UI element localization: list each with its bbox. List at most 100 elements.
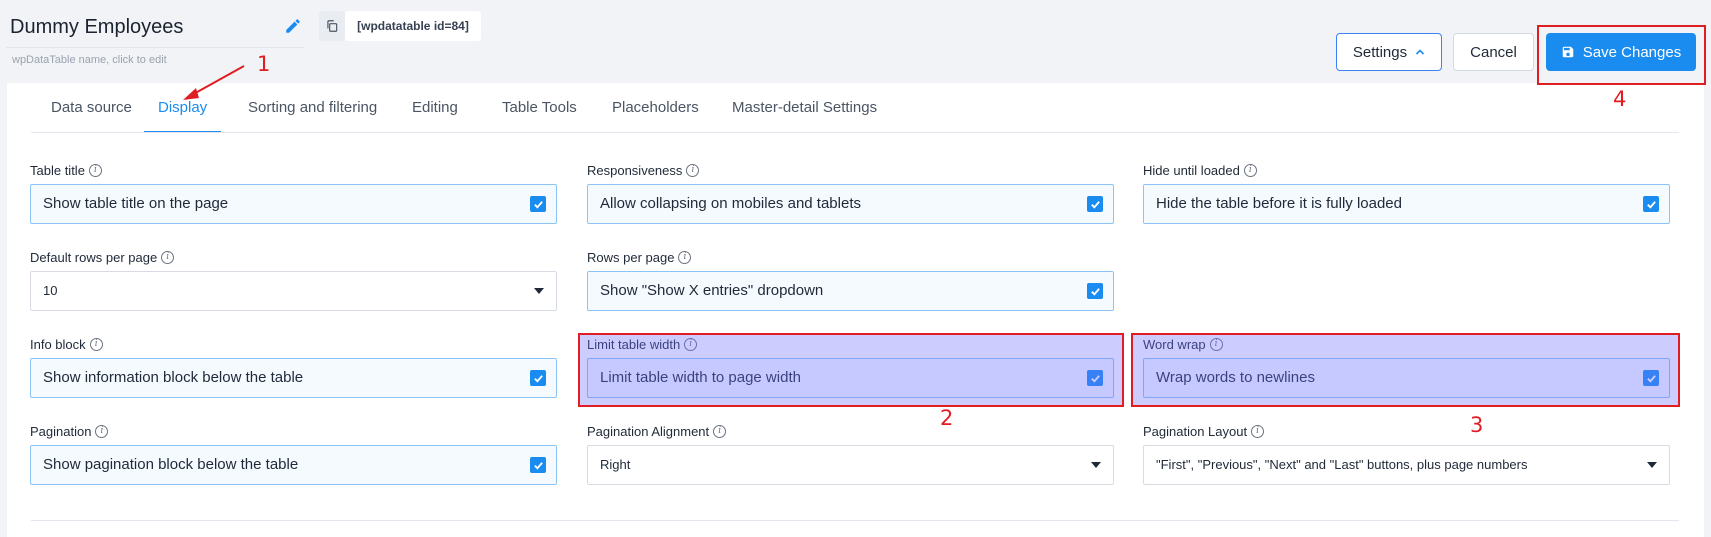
annotation-arrow xyxy=(183,65,245,100)
field-label: Hide until loaded xyxy=(1143,162,1240,178)
info-icon[interactable]: i xyxy=(686,163,700,177)
tab-data-source[interactable]: Data source xyxy=(37,83,146,133)
checkbox-checked[interactable] xyxy=(530,196,546,212)
word-wrap-toggle[interactable]: Wrap words to newlines xyxy=(1143,358,1670,398)
info-icon[interactable]: i xyxy=(684,337,698,351)
checkmark-icon xyxy=(533,200,543,209)
caret-down-icon xyxy=(1091,462,1101,468)
info-icon[interactable]: i xyxy=(1209,337,1223,351)
checkbox-label: Show pagination block below the table xyxy=(43,456,299,473)
select-value: Right xyxy=(600,457,631,472)
settings-button-label: Settings xyxy=(1352,43,1408,61)
checkbox-checked[interactable] xyxy=(530,457,546,473)
title-underline xyxy=(6,47,304,48)
info-icon[interactable]: i xyxy=(1243,163,1257,177)
checkmark-icon xyxy=(533,461,543,470)
responsiveness-toggle[interactable]: Allow collapsing on mobiles and tablets xyxy=(587,184,1114,224)
checkmark-icon xyxy=(1646,374,1656,383)
info-icon[interactable]: i xyxy=(678,250,692,264)
field-label: Limit table width xyxy=(587,336,681,352)
info-icon[interactable]: i xyxy=(89,337,103,351)
save-button-label: Save Changes xyxy=(1582,43,1682,61)
pagination-toggle[interactable]: Show pagination block below the table xyxy=(30,445,557,485)
checkbox-checked[interactable] xyxy=(530,370,546,386)
checkbox-label: Show "Show X entries" dropdown xyxy=(600,282,824,299)
field-responsiveness: Responsiveness i Allow collapsing on mobi… xyxy=(587,162,1114,224)
tab-sorting-and-filtering[interactable]: Sorting and filtering xyxy=(234,83,391,133)
caret-down-icon xyxy=(534,288,544,294)
settings-button[interactable]: Settings xyxy=(1336,33,1442,71)
tab-editing[interactable]: Editing xyxy=(398,83,472,133)
select-value: "First", "Previous", "Next" and "Last" b… xyxy=(1156,457,1528,472)
annotation-number-4: 4 xyxy=(1613,87,1627,111)
hide-until-loaded-toggle[interactable]: Hide the table before it is fully loaded xyxy=(1143,184,1670,224)
page-title[interactable]: Dummy Employees xyxy=(10,16,183,39)
checkbox-label: Show table title on the page xyxy=(43,195,229,212)
chevron-up-icon xyxy=(1416,49,1425,55)
field-pagination-alignment: Pagination Alignment i Right xyxy=(587,423,1114,485)
checkmark-icon xyxy=(1090,200,1100,209)
table-title-toggle[interactable]: Show table title on the page xyxy=(30,184,557,224)
title-hint: wpDataTable name, click to edit xyxy=(12,54,167,66)
tabs-divider xyxy=(31,132,1679,133)
field-label: Pagination Layout xyxy=(1143,423,1248,439)
field-label: Responsiveness xyxy=(587,162,683,178)
save-changes-button[interactable]: Save Changes xyxy=(1546,33,1696,71)
field-default-rows-per-page: Default rows per page i 10 xyxy=(30,249,557,311)
pagination-alignment-select[interactable]: Right xyxy=(587,445,1114,485)
info-icon[interactable]: i xyxy=(713,424,727,438)
field-info-block: Info block i Show information block below… xyxy=(30,336,557,398)
field-label: Pagination Alignment xyxy=(587,423,710,439)
field-hide-until-loaded: Hide until loaded i Hide the table before… xyxy=(1143,162,1670,224)
copy-icon xyxy=(327,20,338,32)
checkbox-label: Wrap words to newlines xyxy=(1156,369,1315,386)
checkbox-checked[interactable] xyxy=(1087,196,1103,212)
checkmark-icon xyxy=(1090,374,1100,383)
caret-down-icon xyxy=(1647,462,1657,468)
shortcode-display: [wpdatatable id=84] xyxy=(345,11,481,41)
floppy-disk-icon xyxy=(1562,46,1574,58)
field-label: Word wrap xyxy=(1143,336,1206,352)
select-value: 10 xyxy=(43,283,58,298)
info-icon[interactable]: i xyxy=(88,163,102,177)
tab-master-detail-settings[interactable]: Master-detail Settings xyxy=(718,83,891,133)
tab-table-tools[interactable]: Table Tools xyxy=(488,83,591,133)
info-icon[interactable]: i xyxy=(161,250,175,264)
annotation-number-2: 2 xyxy=(940,406,954,430)
annotation-number-3: 3 xyxy=(1470,413,1484,437)
field-table-title: Table title i Show table title on the pag… xyxy=(30,162,557,224)
info-icon[interactable]: i xyxy=(1251,424,1265,438)
settings-card: Data source Display Sorting and filterin… xyxy=(7,83,1704,537)
field-rows-per-page: Rows per page i Show "Show X entries" dro… xyxy=(587,249,1114,311)
info-block-toggle[interactable]: Show information block below the table xyxy=(30,358,557,398)
pagination-layout-select[interactable]: "First", "Previous", "Next" and "Last" b… xyxy=(1143,445,1670,485)
checkbox-checked[interactable] xyxy=(1643,196,1659,212)
field-limit-table-width: Limit table width i Limit table width to … xyxy=(587,336,1114,398)
field-label: Table title xyxy=(30,162,85,178)
field-word-wrap: Word wrap i Wrap words to newlines xyxy=(1143,336,1670,398)
checkbox-checked[interactable] xyxy=(1087,283,1103,299)
annotation-number-1: 1 xyxy=(257,52,271,76)
checkmark-icon xyxy=(1646,200,1656,209)
info-icon[interactable]: i xyxy=(95,424,109,438)
tab-placeholders[interactable]: Placeholders xyxy=(598,83,713,133)
limit-width-toggle[interactable]: Limit table width to page width xyxy=(587,358,1114,398)
checkbox-label: Hide the table before it is fully loaded xyxy=(1156,195,1402,212)
field-pagination: Pagination i Show pagination block below … xyxy=(30,423,557,485)
field-pagination-layout: Pagination Layout i "First", "Previous", … xyxy=(1143,423,1670,485)
bottom-divider xyxy=(31,520,1679,521)
field-label: Pagination xyxy=(30,423,92,439)
checkbox-label: Show information block below the table xyxy=(43,369,304,386)
copy-shortcode-button[interactable] xyxy=(319,11,345,41)
checkbox-checked[interactable] xyxy=(1643,370,1659,386)
field-label: Info block xyxy=(30,336,86,352)
checkmark-icon xyxy=(533,374,543,383)
cancel-button[interactable]: Cancel xyxy=(1453,33,1534,71)
pencil-icon[interactable] xyxy=(284,17,302,35)
field-label: Rows per page xyxy=(587,249,675,265)
default-rows-select[interactable]: 10 xyxy=(30,271,557,311)
checkbox-checked[interactable] xyxy=(1087,370,1103,386)
rows-per-page-toggle[interactable]: Show "Show X entries" dropdown xyxy=(587,271,1114,311)
table-name-area[interactable]: Dummy Employees xyxy=(0,0,310,48)
checkbox-label: Limit table width to page width xyxy=(600,369,801,386)
